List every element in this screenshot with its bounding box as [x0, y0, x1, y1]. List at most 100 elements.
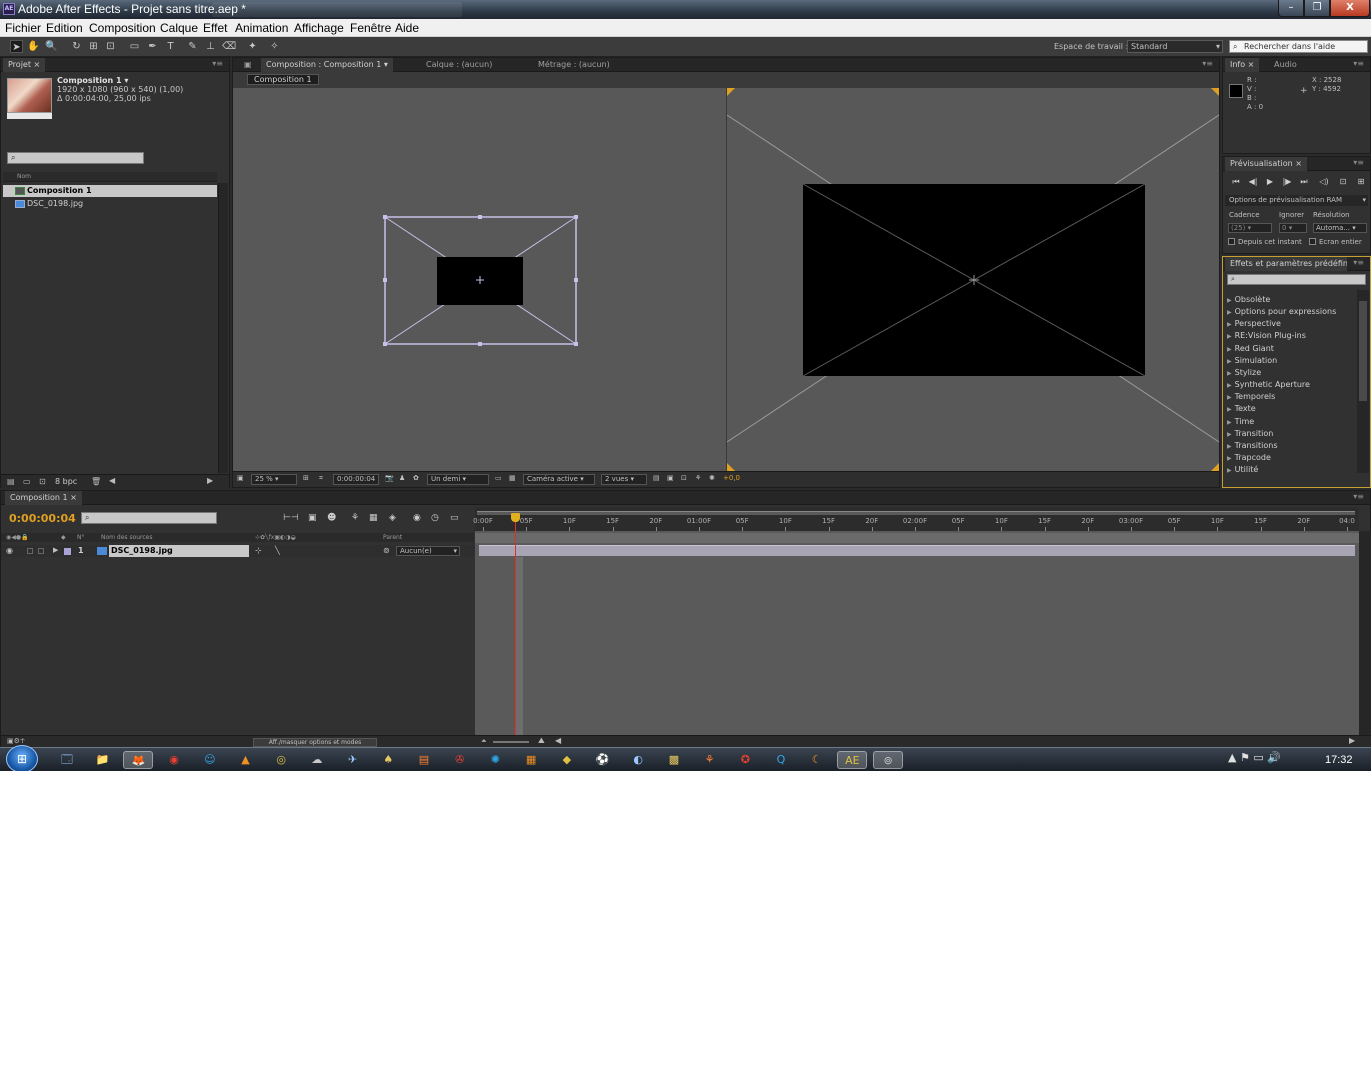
viewer-left[interactable]	[233, 88, 726, 471]
scroll-right-icon[interactable]: ▶	[1349, 736, 1355, 745]
app-icon[interactable]: ◆	[552, 751, 582, 769]
effects-category[interactable]: ▶ Obsolète	[1227, 295, 1270, 304]
brush-tool-icon[interactable]: ✎	[186, 40, 199, 53]
current-time-display[interactable]: 0:00:00:04	[333, 474, 380, 485]
app-icon[interactable]: ♠	[373, 751, 403, 769]
project-scrollbar[interactable]	[218, 183, 228, 473]
resolution-select[interactable]: Automa... ▾	[1313, 223, 1367, 233]
menu-aide[interactable]: Aide	[395, 21, 419, 35]
zoom-slider[interactable]	[493, 741, 529, 743]
zoom-tool-icon[interactable]: 🔍	[45, 40, 58, 53]
pen-tool-icon[interactable]: ✒	[146, 40, 159, 53]
menu-fenetre[interactable]: Fenêtre	[350, 21, 391, 35]
chrome-icon[interactable]: ◉	[159, 751, 189, 769]
ram-preview-options[interactable]: Options de prévisualisation RAM ▾	[1225, 195, 1368, 206]
audio-icon[interactable]: ◁)	[1317, 177, 1331, 187]
play-icon[interactable]: ▶	[1263, 177, 1277, 187]
app-icon[interactable]: Q	[766, 751, 796, 769]
transparency-grid-icon[interactable]: ▦	[509, 474, 516, 485]
motion-blur-icon[interactable]: ▦	[369, 513, 378, 523]
ignorer-select[interactable]: 0 ▾	[1279, 223, 1307, 233]
scroll-right-icon[interactable]: ▶	[207, 476, 213, 485]
tab-info[interactable]: Info ×	[1225, 58, 1260, 72]
minimize-button[interactable]: –	[1278, 0, 1304, 17]
column-parent[interactable]: Parent	[383, 533, 402, 542]
app-icon[interactable]: ☾	[802, 751, 832, 769]
layer-switches-icon[interactable]: ▣⚙☥	[7, 737, 25, 745]
app-icon[interactable]: ✇	[445, 751, 475, 769]
panel-menu-icon[interactable]: ▾≡	[1353, 492, 1364, 501]
app-icon[interactable]: ▤	[409, 751, 439, 769]
show-snapshot-icon[interactable]: ♟	[399, 474, 405, 485]
tab-composition[interactable]: Composition : Composition 1 ▾	[261, 58, 393, 72]
next-frame-icon[interactable]: |▶	[1280, 177, 1294, 187]
bit-depth-button[interactable]: 8 bpc	[55, 477, 77, 486]
effects-category[interactable]: ▶ Utilité	[1227, 465, 1258, 474]
composition-mini-flowchart-icon[interactable]: ⊢⊣	[283, 513, 299, 523]
firefox-icon[interactable]: 🦊	[123, 751, 154, 769]
tab-projet[interactable]: Projet ×	[3, 58, 46, 72]
menu-affichage[interactable]: Affichage	[294, 21, 344, 35]
label-color-chip[interactable]	[64, 548, 71, 555]
zoom-in-icon[interactable]: ⛰	[538, 736, 545, 746]
always-preview-icon[interactable]: ▣	[237, 474, 244, 485]
app-icon[interactable]: ▦	[516, 751, 546, 769]
solo-toggle[interactable]	[38, 548, 44, 554]
lock-icon[interactable]: ▣	[239, 58, 259, 72]
layer-duration-bar[interactable]	[479, 545, 1355, 556]
channel-icon[interactable]: ✿	[413, 474, 419, 485]
roto-brush-tool-icon[interactable]: ✦	[246, 40, 259, 53]
tab-audio[interactable]: Audio	[1269, 58, 1302, 72]
exposure-reset-icon[interactable]: ✺	[709, 474, 715, 485]
timeline-graph[interactable]: 0:00F 05F 10F 15F 20F 01:00F 05F 10F 15F 20F 02:00…	[473, 507, 1359, 735]
eraser-tool-icon[interactable]: ⌫	[222, 40, 236, 53]
column-source-name[interactable]: Nom des sources	[101, 533, 153, 542]
effects-category[interactable]: ▶ Texte	[1227, 404, 1256, 413]
messenger-icon[interactable]: ☁	[302, 751, 332, 769]
toggle-pixel-aspect-icon[interactable]: ▤	[653, 474, 660, 485]
effects-scroll-thumb[interactable]	[1359, 301, 1367, 401]
effects-category[interactable]: ▶ Synthetic Aperture	[1227, 380, 1310, 389]
effects-category[interactable]: ▶ Red Giant	[1227, 344, 1274, 353]
tab-timeline-composition[interactable]: Composition 1 ×	[5, 491, 82, 505]
panel-menu-icon[interactable]: ▾≡	[212, 59, 223, 68]
start-button[interactable]: ⊞	[6, 745, 38, 771]
graph-editor-icon[interactable]: ◷	[431, 513, 439, 523]
vlc-icon[interactable]: ▲	[231, 751, 261, 769]
effects-category[interactable]: ▶ RE:Vision Plug-ins	[1227, 331, 1306, 340]
auto-keyframe-icon[interactable]: ◉	[413, 513, 421, 523]
scroll-left-icon[interactable]: ◀	[555, 736, 561, 745]
resolution-select[interactable]: Un demi ▾	[427, 474, 489, 485]
first-frame-icon[interactable]: ⏮	[1229, 177, 1243, 187]
table-row[interactable]: ◉ ▶ 1 DSC_0198.jpg ⊹ ╲ ⊚ Aucun(e) ▾	[1, 545, 474, 557]
workspace-select[interactable]: Standard ▾	[1127, 40, 1223, 53]
composition-breadcrumb[interactable]: Composition 1	[247, 74, 319, 85]
puppet-tool-icon[interactable]: ✧	[268, 40, 281, 53]
hand-tool-icon[interactable]: ✋	[27, 40, 40, 53]
quality-switch-icon[interactable]: ╲	[275, 546, 280, 555]
close-button[interactable]: X	[1330, 0, 1370, 17]
flowchart-icon[interactable]: ⚘	[695, 474, 701, 485]
show-desktop-icon[interactable]: 🗔	[52, 751, 82, 769]
audio-toggle[interactable]	[27, 548, 33, 554]
last-frame-icon[interactable]: ⏭	[1297, 177, 1311, 187]
column-number[interactable]: N°	[77, 533, 85, 542]
effects-category[interactable]: ▶ Transition	[1227, 429, 1273, 438]
menu-edition[interactable]: Edition	[46, 21, 83, 35]
skype-icon[interactable]: ☺	[195, 751, 225, 769]
panel-menu-icon[interactable]: ▾≡	[1353, 258, 1364, 267]
cadence-select[interactable]: (25) ▾	[1228, 223, 1272, 233]
menu-fichier[interactable]: Fichier	[5, 21, 41, 35]
app-icon[interactable]: ✈	[338, 751, 368, 769]
timeline-search-input[interactable]: ⌕	[81, 512, 217, 524]
previous-frame-icon[interactable]: ◀|	[1246, 177, 1260, 187]
ram-preview-icon[interactable]: ⊞	[1354, 177, 1368, 187]
ecran-entier-checkbox[interactable]: Ecran entier	[1309, 238, 1362, 246]
effects-category[interactable]: ▶ Perspective	[1227, 319, 1281, 328]
draft-3d-icon[interactable]: ▣	[308, 513, 317, 523]
effects-category[interactable]: ▶ Simulation	[1227, 356, 1277, 365]
tab-calque[interactable]: Calque : (aucun)	[421, 58, 497, 72]
timeline-icon[interactable]: ⊡	[681, 474, 687, 485]
text-tool-icon[interactable]: T	[164, 40, 177, 53]
expand-triangle-icon[interactable]: ▶	[53, 546, 58, 554]
